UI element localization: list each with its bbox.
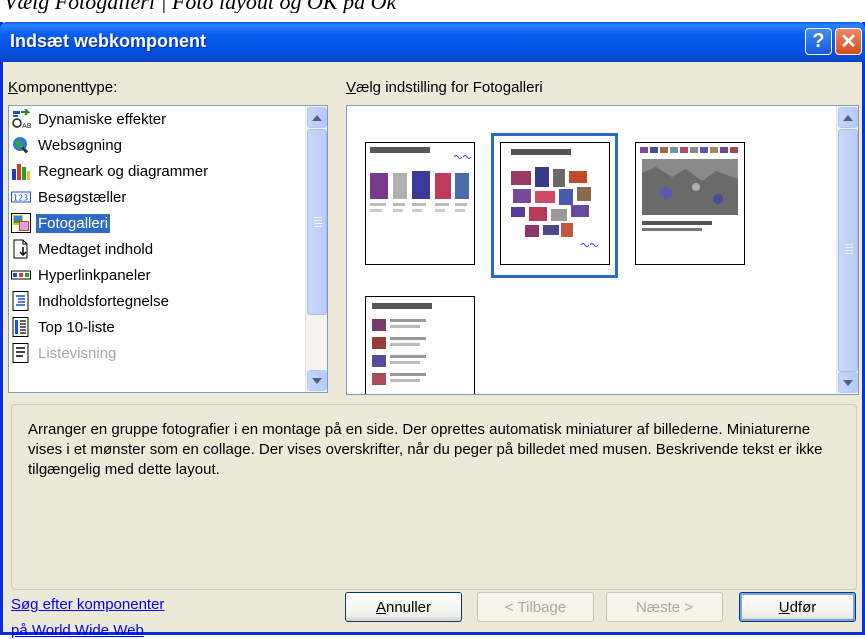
help-button[interactable]: ?: [805, 28, 832, 55]
scroll-down-button[interactable]: [307, 370, 327, 391]
title-bar[interactable]: Indsæt webkomponent ? ✕: [0, 22, 865, 62]
chevron-down-icon: [312, 377, 322, 384]
photo-gallery-icon: [11, 213, 31, 233]
list-item-label: Dynamiske effekter: [38, 110, 167, 128]
chevron-up-icon: [312, 114, 322, 121]
gallery-scrollbar[interactable]: [836, 106, 858, 394]
web-search-icon: [13, 137, 29, 154]
list-item-included-content[interactable]: Medtaget indhold: [11, 236, 305, 262]
gallery-option-list[interactable]: [346, 105, 859, 395]
list-item-spreadsheets-charts[interactable]: Regneark og diagrammer: [11, 158, 305, 184]
chevron-down-icon: [843, 379, 853, 386]
list-item-web-search[interactable]: Websøgning: [11, 132, 305, 158]
component-list-scrollbar[interactable]: [305, 106, 327, 392]
list-item-top-ten-list[interactable]: Top 10-liste: [11, 314, 305, 340]
list-item-label: Fotogalleri: [36, 213, 111, 233]
list-view-icon: [12, 343, 29, 363]
description-panel: Arranger en gruppe fotografier i en mont…: [11, 404, 857, 590]
dialog-title: Indsæt webkomponent: [10, 31, 207, 51]
horizontal-layout-preview: [370, 147, 472, 212]
list-item-photo-gallery[interactable]: Fotogalleri: [11, 210, 305, 236]
scroll-thumb[interactable]: [307, 129, 327, 315]
list-item-link-bars[interactable]: Hyperlinkpaneler: [11, 262, 305, 288]
scroll-up-button[interactable]: [307, 107, 327, 128]
finish-button[interactable]: Udfør: [739, 592, 856, 622]
gallery-option-slideshow[interactable]: [635, 142, 745, 265]
search-components-link-line2[interactable]: på World Wide Web: [11, 622, 144, 639]
cancel-button[interactable]: Annuller: [345, 592, 462, 622]
svg-text:123: 123: [13, 194, 28, 203]
top-ten-list-icon: [12, 317, 29, 337]
link-bar-icon: [11, 270, 31, 280]
list-item-table-of-contents[interactable]: Indholdsfortegnelse: [11, 288, 305, 314]
hit-counter-icon: 123: [11, 191, 31, 203]
gallery-option-montage[interactable]: [500, 142, 610, 265]
list-item-label: Websøgning: [38, 136, 122, 154]
component-type-label: Komponenttype:: [8, 79, 118, 96]
list-item-label: Medtaget indhold: [38, 240, 154, 258]
list-item-label: Top 10-liste: [38, 318, 115, 336]
scroll-thumb[interactable]: [838, 129, 858, 372]
insert-web-component-dialog: Indsæt webkomponent ? ✕ Komponenttype: V…: [0, 22, 865, 639]
list-item-label: Hyperlinkpaneler: [38, 266, 151, 284]
description-text: Arranger en gruppe fotografier i en mont…: [28, 421, 823, 478]
svg-text:AB: AB: [22, 122, 31, 129]
list-item-dynamic-effects[interactable]: AB Dynamiske effekter: [11, 106, 305, 132]
included-content-icon: [13, 239, 28, 259]
choose-option-label: Vælg indstilling for Fotogalleri: [346, 79, 543, 96]
gallery-option-horizontal[interactable]: [365, 142, 475, 265]
page-header-text: Vælg Fotogalleri | Foto layout og OK på …: [4, 0, 397, 13]
list-item-hit-counter[interactable]: 123 Besøgstæller: [11, 184, 305, 210]
scroll-up-button[interactable]: [838, 107, 858, 128]
vertical-layout-preview: [372, 303, 432, 385]
montage-layout-preview: [511, 149, 599, 247]
spreadsheet-chart-icon: [12, 164, 30, 180]
list-item-label: Listevisning: [38, 344, 117, 362]
list-item-list-view[interactable]: Listevisning: [11, 340, 305, 366]
list-item-label: Regneark og diagrammer: [38, 162, 209, 180]
next-button[interactable]: Næste >: [606, 592, 723, 622]
back-button[interactable]: < Tilbage: [477, 592, 594, 622]
search-components-link-line1[interactable]: Søg efter komponenter: [11, 596, 164, 613]
component-type-list[interactable]: AB Dynamiske effekter Websøgning Regnear…: [8, 105, 328, 393]
slideshow-layout-preview: [640, 147, 738, 231]
list-item-label: Indholdsfortegnelse: [38, 292, 169, 310]
list-item-label: Besøgstæller: [38, 188, 127, 206]
scroll-down-button[interactable]: [838, 372, 858, 393]
chevron-up-icon: [843, 114, 853, 121]
gallery-option-vertical[interactable]: [365, 296, 475, 394]
table-of-contents-icon: [12, 291, 29, 311]
close-button[interactable]: ✕: [835, 28, 862, 55]
dynamic-effects-icon: AB: [12, 109, 31, 129]
